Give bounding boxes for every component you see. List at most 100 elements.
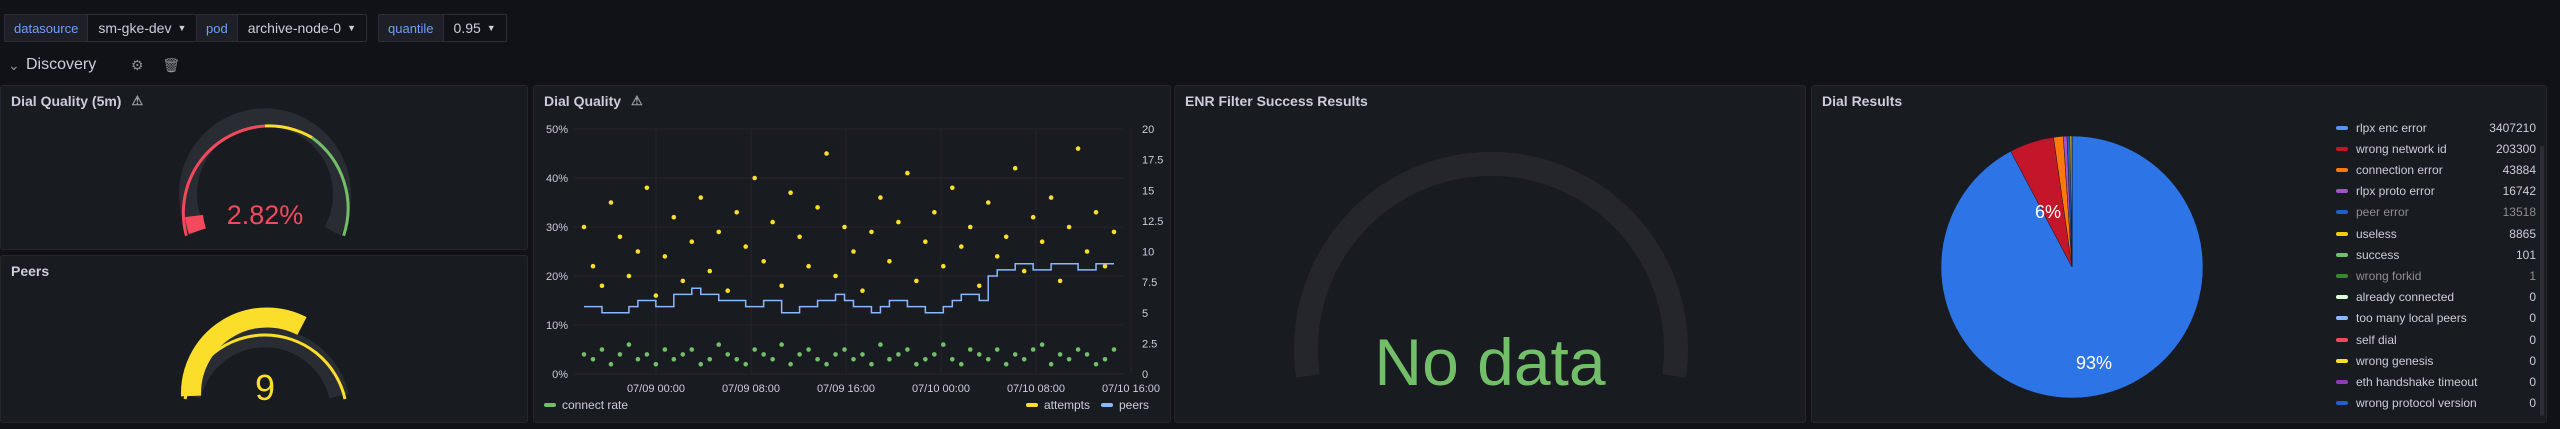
- point-attempts: [1057, 278, 1063, 284]
- legend-item[interactable]: rlpx enc error 3407210: [2336, 117, 2536, 138]
- legend-item[interactable]: useless 8865: [2336, 223, 2536, 244]
- point-connect-rate: [725, 352, 731, 357]
- y-tick-label: 40%: [546, 173, 568, 185]
- legend-name: wrong forkid: [2356, 268, 2422, 283]
- legend-swatch: [2336, 167, 2348, 172]
- point-attempts: [581, 224, 587, 230]
- dial-results-pie[interactable]: 93% 6%: [1812, 86, 2292, 423]
- legend-swatch: [2336, 358, 2348, 363]
- point-attempts: [635, 249, 641, 254]
- legend-peers[interactable]: peers: [1119, 398, 1149, 412]
- point-attempts: [806, 263, 811, 269]
- gear-icon[interactable]: ⚙: [128, 57, 146, 74]
- point-attempts: [743, 244, 748, 249]
- point-attempts: [833, 273, 838, 279]
- legend-value: 0: [2529, 374, 2536, 389]
- legend-value: 1: [2529, 268, 2536, 283]
- row-header[interactable]: ⌄ Discovery ⚙ 🗑: [8, 52, 180, 78]
- pie-legend: rlpx enc error 3407210 wrong network id 203…: [2336, 117, 2536, 417]
- quantile-select[interactable]: 0.95 ▼: [443, 14, 507, 42]
- no-data-text: No data: [1374, 325, 1606, 399]
- chevron-down-icon[interactable]: ⌄: [8, 57, 20, 74]
- legend-swatch: [2336, 295, 2348, 300]
- point-attempts: [815, 205, 820, 210]
- legend-item[interactable]: eth handshake timeout 0: [2336, 371, 2536, 392]
- point-attempts: [994, 254, 1000, 259]
- variable-pod[interactable]: pod archive-node-0 ▼: [196, 14, 368, 42]
- legend-item[interactable]: wrong genesis 0: [2336, 350, 2536, 371]
- point-connect-rate: [806, 347, 811, 352]
- y-tick-label: 20%: [546, 271, 568, 283]
- legend-item[interactable]: self dial 0: [2336, 329, 2536, 350]
- point-connect-rate: [842, 347, 847, 352]
- point-connect-rate: [950, 357, 955, 362]
- point-attempts: [644, 185, 650, 191]
- datasource-select[interactable]: sm-gke-dev ▼: [88, 14, 198, 42]
- point-attempts: [1102, 263, 1108, 269]
- point-connect-rate: [976, 352, 982, 357]
- legend-attempts[interactable]: attempts: [1044, 398, 1090, 412]
- point-attempts: [1039, 239, 1045, 244]
- point-connect-rate: [761, 352, 766, 357]
- pod-value: archive-node-0: [247, 20, 342, 36]
- point-connect-rate: [815, 357, 820, 362]
- legend-value: 0: [2529, 290, 2536, 305]
- legend-item[interactable]: wrong protocol version 0: [2336, 393, 2536, 414]
- trash-icon[interactable]: 🗑: [162, 57, 180, 74]
- variable-label: datasource: [4, 14, 89, 42]
- y-tick-label: 0%: [552, 369, 568, 381]
- legend-scrollbar[interactable]: [2540, 146, 2544, 416]
- variable-quantile[interactable]: quantile 0.95 ▼: [378, 14, 507, 42]
- point-connect-rate: [1084, 352, 1090, 357]
- point-connect-rate: [851, 357, 856, 362]
- point-attempts: [842, 224, 847, 230]
- legend-item[interactable]: rlpx proto error 16742: [2336, 181, 2536, 202]
- legend-connect-rate[interactable]: connect rate: [562, 398, 628, 412]
- legend-item[interactable]: wrong forkid 1: [2336, 265, 2536, 286]
- pod-select[interactable]: archive-node-0 ▼: [237, 14, 368, 42]
- point-connect-rate: [967, 347, 973, 352]
- point-connect-rate: [1003, 361, 1009, 367]
- legend-item[interactable]: wrong network id 203300: [2336, 138, 2536, 159]
- point-attempts: [662, 254, 668, 259]
- legend-item[interactable]: already connected 0: [2336, 287, 2536, 308]
- legend-value: 0: [2529, 311, 2536, 326]
- point-connect-rate: [779, 342, 784, 347]
- x-tick-label: 07/10 08:00: [1007, 383, 1065, 395]
- legend-item[interactable]: peer error 13518: [2336, 202, 2536, 223]
- legend-value: 0: [2529, 353, 2536, 368]
- point-attempts: [680, 278, 686, 284]
- panel-enr-filter: ENR Filter Success Results No data: [1174, 85, 1806, 423]
- legend-swatch: [1101, 403, 1113, 407]
- chevron-down-icon: ▼: [177, 23, 187, 33]
- legend-name: rlpx proto error: [2356, 184, 2435, 199]
- legend-swatch: [2336, 252, 2348, 257]
- legend-item[interactable]: connection error 43884: [2336, 159, 2536, 180]
- gauge-fill: [185, 214, 207, 235]
- gauge-value: 9: [255, 367, 275, 408]
- point-attempts: [770, 219, 775, 225]
- point-connect-rate: [671, 357, 677, 362]
- point-attempts: [689, 239, 695, 244]
- point-connect-rate: [824, 361, 829, 367]
- point-connect-rate: [590, 357, 596, 362]
- point-connect-rate: [860, 352, 865, 357]
- point-attempts: [599, 283, 605, 289]
- point-attempts: [905, 170, 910, 176]
- point-attempts: [878, 195, 883, 200]
- dial-quality-chart[interactable]: 0% 10% 20% 30% 40% 50% 0 2.5 5 7.5 10 12.5 15 17.5 20 0…: [534, 86, 1171, 423]
- point-attempts: [887, 259, 892, 264]
- legend-swatch: [2336, 273, 2348, 278]
- point-connect-rate: [1093, 361, 1099, 367]
- variable-datasource[interactable]: datasource sm-gke-dev ▼: [4, 14, 198, 42]
- panel-dial-results: Dial Results 93% 6% rlpx enc error 3407210…: [1811, 85, 2547, 423]
- legend-item[interactable]: success 101: [2336, 244, 2536, 265]
- gauge-peers: 9: [180, 307, 349, 408]
- point-connect-rate: [869, 361, 874, 367]
- point-connect-rate: [644, 352, 650, 357]
- legend-item[interactable]: too many local peers 0: [2336, 308, 2536, 329]
- row-title[interactable]: Discovery: [26, 56, 96, 74]
- point-connect-rate: [707, 357, 713, 362]
- legend-swatch: [544, 403, 556, 407]
- variable-label: quantile: [378, 14, 444, 42]
